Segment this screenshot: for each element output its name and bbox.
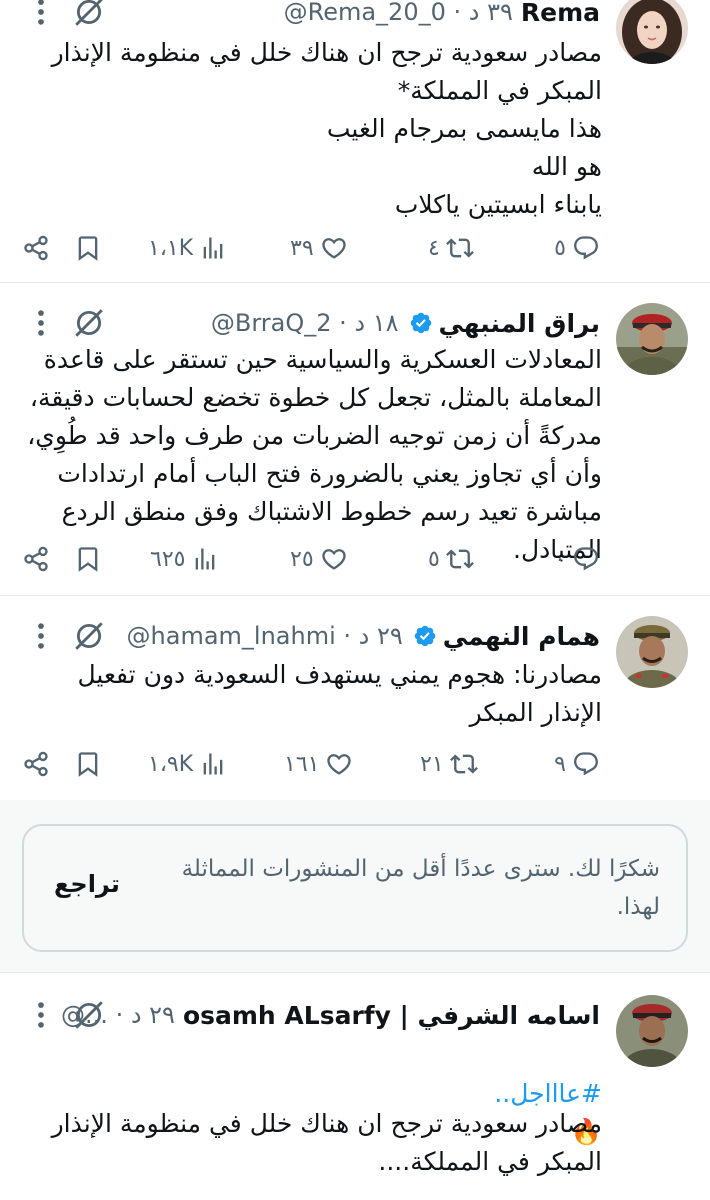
tweet-text: مصادر سعودية ترجح ان هناك خلل في منظومة …	[51, 38, 602, 219]
avatar[interactable]	[616, 0, 688, 64]
handle-and-time[interactable]: @Rema_20_0 · ٣٩ د	[284, 0, 513, 26]
tweet-header: اسامه الشرفي | osamh ALsarfy @... · ٢٩ د	[20, 997, 600, 1033]
undo-button[interactable]: تراجع	[54, 870, 120, 898]
display-name[interactable]: Rema	[521, 0, 600, 27]
tweet[interactable]: اسامه الشرفي | osamh ALsarfy @... · ٢٩ د…	[0, 973, 710, 1200]
reply-button[interactable]: ٩	[554, 744, 600, 784]
views-icon	[199, 234, 227, 262]
retweet-count: ٥	[428, 546, 440, 572]
like-count: ٣٩	[290, 235, 314, 261]
views-button[interactable]: ٦٢٥	[150, 539, 219, 579]
like-icon	[325, 750, 353, 778]
views-count: ٦٢٥	[150, 546, 186, 572]
verified-badge-icon	[413, 624, 437, 648]
bookmark-icon	[74, 545, 102, 573]
reply-count: ٠	[554, 546, 566, 572]
like-count: ٢٥	[290, 546, 314, 572]
share-icon	[22, 750, 50, 778]
reply-button[interactable]: ٥	[554, 228, 600, 268]
retweet-icon	[446, 234, 474, 262]
reply-count: ٥	[554, 235, 566, 261]
tweet-text: مصادر سعودية ترجح ان هناك خلل في منظومة …	[51, 1109, 602, 1176]
more-icon[interactable]	[24, 306, 44, 340]
more-icon[interactable]	[24, 619, 44, 653]
feedback-notice: شكرًا لك. سترى عددًا أقل من المنشورات ال…	[22, 824, 688, 952]
grok-icon[interactable]	[72, 998, 106, 1032]
feedback-notice-text: شكرًا لك. سترى عددًا أقل من المنشورات ال…	[181, 856, 660, 920]
tweet-header: براق المنبهي @BrraQ_2 · ١٨ د	[20, 305, 600, 341]
bookmark-icon	[74, 234, 102, 262]
tweet[interactable]: همام النهمي @hamam_lnahmi · ٢٩ د مصادرنا…	[0, 596, 710, 800]
action-bar: ٠ ٥ ٢٥ ٦٢٥	[0, 539, 710, 579]
views-count: ١،١K	[148, 235, 194, 261]
tweet-text: مصادرنا: هجوم يمني يستهدف السعودية دون ت…	[77, 660, 603, 727]
verified-badge-icon	[409, 311, 433, 335]
hashtag-link[interactable]: #عاااجل..	[494, 1079, 602, 1108]
views-button[interactable]: ١،١K	[148, 228, 227, 268]
retweet-button[interactable]: ٥	[428, 539, 474, 579]
handle-and-time[interactable]: @hamam_lnahmi · ٢٩ د	[127, 622, 403, 650]
tweet-header: Rema @Rema_20_0 · ٣٩ د	[20, 0, 600, 30]
grok-icon[interactable]	[72, 306, 106, 340]
action-bar: ٥ ٤ ٣٩ ١،١K	[0, 228, 710, 268]
reply-icon	[572, 545, 600, 573]
tweet[interactable]: براق المنبهي @BrraQ_2 · ١٨ د المعادلات ا…	[0, 283, 710, 595]
handle-and-time[interactable]: @BrraQ_2 · ١٨ د	[211, 309, 399, 337]
retweet-count: ٢١	[420, 751, 444, 777]
reply-icon	[572, 750, 600, 778]
display-name[interactable]: اسامه الشرفي | osamh ALsarfy	[183, 1001, 600, 1030]
retweet-button[interactable]: ٤	[428, 228, 474, 268]
share-button[interactable]	[22, 744, 50, 784]
like-icon	[320, 545, 348, 573]
bookmark-icon	[74, 750, 102, 778]
reply-button[interactable]: ٠	[554, 539, 600, 579]
share-icon	[22, 234, 50, 262]
more-icon[interactable]	[24, 998, 44, 1032]
views-count: ١،٩K	[148, 751, 194, 777]
retweet-button[interactable]: ٢١	[420, 744, 478, 784]
more-icon[interactable]	[24, 0, 44, 29]
share-button[interactable]	[22, 539, 50, 579]
retweet-count: ٤	[428, 235, 440, 261]
like-button[interactable]: ٣٩	[290, 228, 348, 268]
like-count: ١٦١	[284, 751, 320, 777]
like-button[interactable]: ٢٥	[290, 539, 348, 579]
grok-icon[interactable]	[72, 619, 106, 653]
share-icon	[22, 545, 50, 573]
grok-icon[interactable]	[72, 0, 106, 29]
bookmark-button[interactable]	[74, 744, 102, 784]
tweet[interactable]: Rema @Rema_20_0 · ٣٩ د مصادر سعودية ترجح…	[0, 0, 710, 282]
tweet-text: المعادلات العسكرية والسياسية حين تستقر ع…	[27, 345, 602, 564]
retweet-icon	[450, 750, 478, 778]
action-bar: ٩ ٢١ ١٦١ ١،٩K	[0, 744, 710, 784]
like-button[interactable]: ١٦١	[284, 744, 353, 784]
views-icon	[191, 545, 219, 573]
reply-icon	[572, 234, 600, 262]
tweet-header: همام النهمي @hamam_lnahmi · ٢٩ د	[20, 618, 600, 654]
bookmark-button[interactable]	[74, 539, 102, 579]
reply-count: ٩	[554, 751, 566, 777]
avatar[interactable]	[616, 995, 688, 1067]
like-icon	[320, 234, 348, 262]
retweet-icon	[446, 545, 474, 573]
views-button[interactable]: ١،٩K	[148, 744, 227, 784]
avatar[interactable]	[616, 303, 688, 375]
share-button[interactable]	[22, 228, 50, 268]
bookmark-button[interactable]	[74, 228, 102, 268]
views-icon	[199, 750, 227, 778]
display-name[interactable]: براق المنبهي	[439, 309, 601, 338]
avatar[interactable]	[616, 616, 688, 688]
display-name[interactable]: همام النهمي	[443, 622, 600, 651]
